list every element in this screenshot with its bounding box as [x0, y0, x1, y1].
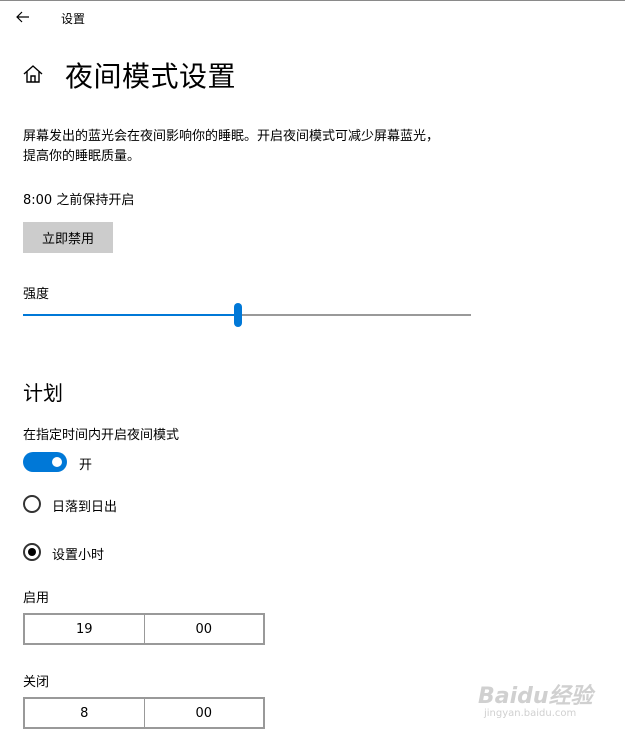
baidu-watermark: Baidu经验 jingyan.baidu.com: [478, 678, 598, 730]
turn-on-hour[interactable]: 19: [25, 615, 144, 643]
turn-on-minute[interactable]: 00: [143, 615, 264, 643]
radio-label-sunset-to-sunrise[interactable]: 日落到日出: [52, 496, 117, 515]
toggle-knob: [52, 457, 62, 467]
schedule-toggle-label: 在指定时间内开启夜间模式: [23, 428, 180, 443]
description-line: 屏幕发出的蓝光会在夜间影响你的睡眠。开启夜间模式可减少屏幕蓝光，: [23, 129, 440, 144]
disable-now-button[interactable]: 立即禁用: [23, 222, 113, 253]
slider-track-filled: [23, 314, 234, 316]
slider-track-remaining: [242, 314, 471, 316]
radio-sunset-to-sunrise[interactable]: [23, 495, 41, 513]
page-title: 夜间模式设置: [65, 60, 237, 93]
radio-set-hours[interactable]: [23, 543, 41, 561]
schedule-heading: 计划: [23, 381, 63, 405]
radio-label-set-hours[interactable]: 设置小时: [52, 544, 104, 563]
watermark-url: jingyan.baidu.com: [484, 708, 577, 719]
turn-off-hour[interactable]: 8: [25, 699, 144, 727]
night-light-status: 8:00 之前保持开启: [23, 193, 135, 208]
turn-off-label: 关闭: [23, 675, 50, 690]
slider-thumb[interactable]: [234, 303, 242, 327]
strength-label: 强度: [23, 287, 50, 302]
arrow-left-icon: [16, 11, 29, 23]
toggle-state-text: 开: [79, 458, 93, 473]
app-title: 设置: [61, 12, 86, 26]
radio-selected-dot: [28, 548, 36, 556]
turn-off-time-picker[interactable]: 8 00: [23, 697, 265, 729]
title-bar: 设置: [0, 1, 625, 33]
turn-on-label: 启用: [23, 591, 50, 606]
strength-slider[interactable]: [23, 303, 471, 327]
watermark-brand: Baidu经验: [478, 684, 593, 709]
description: 屏幕发出的蓝光会在夜间影响你的睡眠。开启夜间模式可减少屏幕蓝光， 提高你的睡眠质…: [23, 127, 483, 167]
turn-off-minute[interactable]: 00: [143, 699, 264, 727]
back-button[interactable]: [10, 5, 36, 29]
description-line: 提高你的睡眠质量。: [23, 149, 141, 164]
home-icon[interactable]: [22, 63, 44, 85]
turn-on-time-picker[interactable]: 19 00: [23, 613, 265, 645]
schedule-toggle[interactable]: [23, 452, 67, 472]
